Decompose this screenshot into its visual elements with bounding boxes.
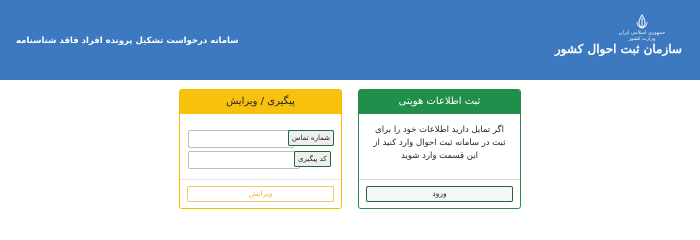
register-card: ثبت اطلاعات هویتی اگر تمایل دارید اطلاعا… — [358, 89, 521, 209]
tracking-code-input[interactable] — [188, 151, 300, 169]
register-card-title: ثبت اطلاعات هویتی — [359, 90, 520, 114]
tracking-card-title: پیگیری / ویرایش — [180, 90, 341, 114]
logo-ministry-text: وزارت کشور — [628, 36, 656, 42]
login-button[interactable]: ورود — [366, 186, 513, 202]
phone-field-row: شماره تماس — [188, 130, 336, 148]
logo-org-name: سازمان ثبت احوال کشور — [554, 42, 682, 56]
header-bar: سامانه درخواست تشکیل پرونده افراد فاقد ش… — [0, 0, 700, 80]
tracking-card: پیگیری / ویرایش شماره تماس کد پیگیری ویر… — [179, 89, 342, 209]
tracking-code-label: کد پیگیری — [294, 151, 331, 167]
phone-label: شماره تماس — [288, 130, 334, 146]
org-logo[interactable]: جمهوری اسلامی ایران وزارت کشور سازمان ثب… — [554, 14, 682, 70]
tracking-card-footer: ویرایش — [180, 179, 341, 208]
site-title: سامانه درخواست تشکیل پرونده افراد فاقد ش… — [16, 36, 239, 46]
register-card-description: اگر تمایل دارید اطلاعات خود را برای ثبت … — [373, 125, 506, 161]
tracking-code-field-row: کد پیگیری — [188, 151, 336, 169]
iran-emblem-icon — [636, 14, 648, 29]
edit-button[interactable]: ویرایش — [187, 186, 334, 202]
register-card-footer: ورود — [359, 179, 520, 208]
phone-input[interactable] — [188, 130, 294, 148]
